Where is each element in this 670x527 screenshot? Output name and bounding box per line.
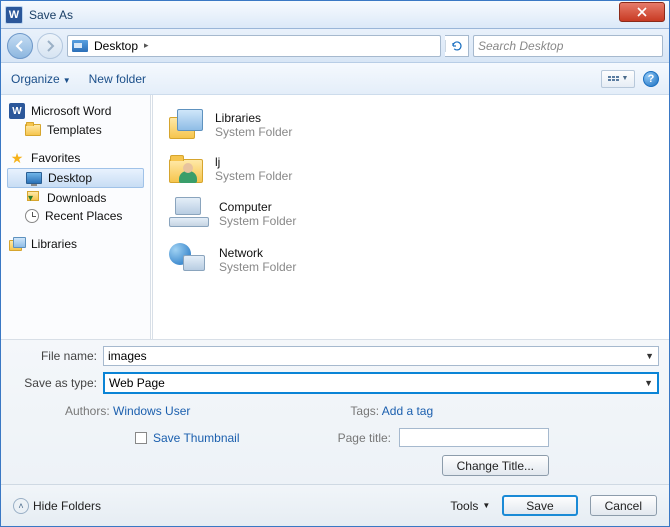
breadcrumb[interactable]: Desktop ▸ [67,35,441,57]
refresh-button[interactable] [445,35,469,57]
close-icon [637,7,647,17]
nav-item-recent[interactable]: Recent Places [1,207,150,225]
save-button[interactable]: Save [502,495,577,516]
chevron-right-icon: ▸ [144,40,149,51]
search-input[interactable]: Search Desktop [473,35,663,57]
nav-item-templates[interactable]: Templates [1,121,150,139]
nav-item-downloads[interactable]: Downloads [1,189,150,207]
change-title-button[interactable]: Change Title... [442,455,549,476]
nav-group-word[interactable]: W Microsoft Word [1,101,150,121]
authors-value[interactable]: Windows User [113,404,190,418]
save-as-dialog: W Save As Desktop ▸ Search Desktop Organ… [0,0,670,527]
view-options-button[interactable]: ▼ [601,70,635,88]
word-icon: W [9,103,25,119]
user-folder-icon [169,153,205,185]
help-button[interactable]: ? [643,71,659,87]
desktop-icon [26,172,42,184]
page-title-input[interactable] [399,428,549,447]
organize-menu[interactable]: Organize▼ [11,72,71,86]
new-folder-button[interactable]: New folder [89,72,146,86]
page-title-label: Page title: [338,431,391,445]
authors-label: Authors: [65,404,110,418]
file-list[interactable]: LibrariesSystem Folder ljSystem Folder C… [155,95,669,339]
libraries-icon [169,109,205,141]
computer-icon [169,197,209,231]
address-bar: Desktop ▸ Search Desktop [1,29,669,63]
nav-item-desktop[interactable]: Desktop [7,168,144,188]
pane-splitter[interactable] [151,95,155,339]
chevron-down-icon: ▼ [622,75,629,82]
toolbar: Organize▼ New folder ▼ ? [1,63,669,95]
save-thumbnail-checkbox[interactable] [135,432,147,444]
chevron-down-icon: ▼ [644,378,653,388]
search-placeholder: Search Desktop [478,39,563,53]
hide-folders-button[interactable]: ˄ Hide Folders [13,498,101,514]
tags-label: Tags: [350,404,379,418]
window-title: Save As [29,8,73,22]
save-form: File name: images▼ Save as type: Web Pag… [1,339,669,484]
filename-input[interactable]: images▼ [103,346,659,366]
folder-icon [25,124,41,136]
chevron-down-icon: ▼ [645,351,654,361]
downloads-icon [25,191,41,205]
chevron-down-icon: ▼ [63,76,71,85]
cancel-button[interactable]: Cancel [590,495,657,516]
list-item[interactable]: ComputerSystem Folder [159,191,665,237]
list-item[interactable]: NetworkSystem Folder [159,237,665,283]
desktop-icon [72,40,88,52]
word-app-icon: W [5,6,23,24]
forward-button[interactable] [37,33,63,59]
breadcrumb-location: Desktop [94,39,138,53]
arrow-right-icon [44,40,56,52]
save-thumbnail-label: Save Thumbnail [153,431,240,445]
network-icon [169,243,209,277]
dialog-footer: ˄ Hide Folders Tools▼ Save Cancel [1,484,669,526]
view-icon [608,76,619,81]
filetype-label: Save as type: [11,376,103,390]
back-button[interactable] [7,33,33,59]
nav-group-libraries[interactable]: Libraries [1,235,150,253]
libraries-icon [9,237,25,251]
list-item[interactable]: LibrariesSystem Folder [159,103,665,147]
nav-group-favorites[interactable]: ★ Favorites [1,149,150,167]
arrow-left-icon [14,40,26,52]
recent-icon [25,209,39,223]
list-item[interactable]: ljSystem Folder [159,147,665,191]
filename-label: File name: [11,349,103,363]
navigation-pane: W Microsoft Word Templates ★ Favorites D… [1,95,151,339]
refresh-icon [451,40,463,52]
tags-value[interactable]: Add a tag [382,404,433,418]
close-button[interactable] [619,2,665,22]
tools-menu[interactable]: Tools▼ [450,499,490,513]
star-icon: ★ [9,151,25,165]
titlebar[interactable]: W Save As [1,1,669,29]
chevron-down-icon: ▼ [482,501,490,510]
chevron-up-icon: ˄ [13,498,29,514]
filetype-select[interactable]: Web Page▼ [103,372,659,394]
